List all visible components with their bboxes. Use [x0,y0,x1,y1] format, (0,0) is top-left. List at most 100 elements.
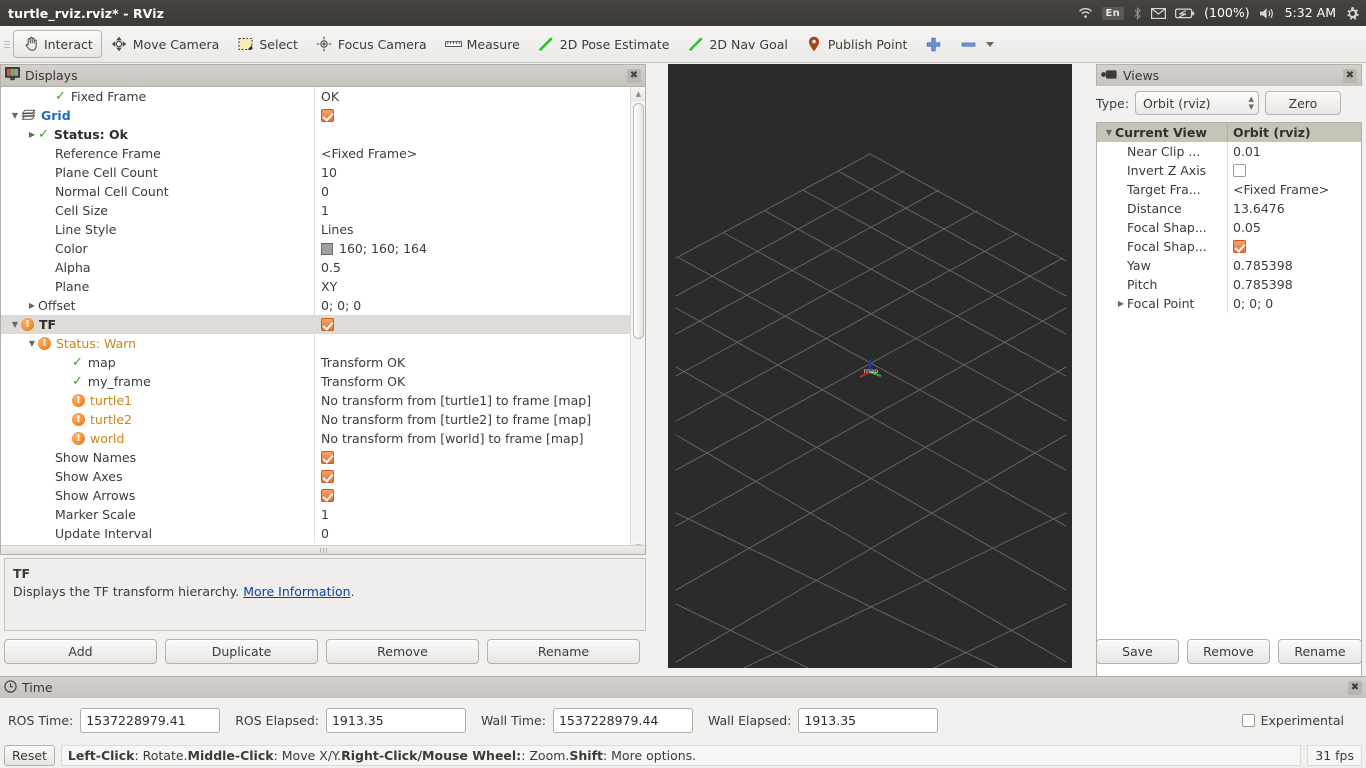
views-row-pitch[interactable]: Pitch 0.785398 [1097,275,1361,294]
tool-2d-pose-estimate[interactable]: 2D Pose Estimate [529,30,679,58]
render-viewport-3d[interactable]: map ◀ ▶ [668,64,1072,668]
view-type-combobox[interactable]: Orbit (rviz) ▲ ▼ [1134,91,1259,115]
viewport-left-collapse-arrow[interactable]: ◀ [668,363,669,389]
displays-row-value-cell[interactable] [314,448,631,467]
displays-row-status-warn[interactable]: ! Status: Warn [1,334,631,353]
displays-row-value-cell[interactable]: No transform from [turtle2] to frame [ma… [314,410,631,429]
close-icon[interactable]: ✖ [1348,680,1362,695]
remove-display-button[interactable]: Remove [326,639,479,664]
enable-checkbox[interactable] [321,318,334,331]
ros-time-input[interactable]: 1537228979.41 [80,707,221,733]
chevron-down-icon[interactable] [9,320,21,329]
views-row-focal-shap[interactable]: Focal Shap... 0.05 [1097,218,1361,237]
displays-row-reference-frame[interactable]: Reference Frame <Fixed Frame> [1,144,631,163]
views-tree-header[interactable]: Current View Orbit (rviz) [1097,123,1361,142]
displays-row-value-cell[interactable] [314,334,631,353]
zero-button[interactable]: Zero [1264,91,1341,115]
views-row-distance[interactable]: Distance 13.6476 [1097,199,1361,218]
displays-row-fixed-frame[interactable]: ✓ Fixed Frame OK [1,87,631,106]
ros-elapsed-input[interactable]: 1913.35 [325,707,466,733]
views-row-value-cell[interactable]: 0; 0; 0 [1227,294,1361,313]
displays-row-value-cell[interactable]: 0 [314,182,631,201]
views-checkbox[interactable] [1233,240,1246,253]
displays-row-tf[interactable]: ! TF [1,315,631,334]
displays-row-value-cell[interactable]: 10 [314,163,631,182]
views-row-near-clip[interactable]: Near Clip ... 0.01 [1097,142,1361,161]
close-icon[interactable]: ✖ [1343,68,1357,83]
enable-checkbox[interactable] [321,451,334,464]
displays-row-value-cell[interactable]: No transform from [turtle1] to frame [ma… [314,391,631,410]
views-row-value-cell[interactable]: 0.05 [1227,218,1361,237]
displays-row-value-cell[interactable]: 0; 0; 0 [314,296,631,315]
displays-row-value-cell[interactable]: <Fixed Frame> [314,144,631,163]
views-property-tree[interactable]: Current View Orbit (rviz) Near Clip ... 0… [1096,122,1362,692]
more-information-link[interactable]: More Information [243,584,350,599]
displays-row-value-cell[interactable]: 1 [314,505,631,524]
views-row-value-cell[interactable]: 0.01 [1227,142,1361,161]
add-tool-button[interactable] [916,30,951,58]
displays-row-normal-cell-count[interactable]: Normal Cell Count 0 [1,182,631,201]
views-row-value-cell[interactable]: 0.785398 [1227,256,1361,275]
wifi-icon[interactable] [1078,7,1093,19]
battery-icon[interactable] [1175,7,1195,19]
displays-row-update-interval[interactable]: Update Interval 0 [1,524,631,543]
displays-row-value-cell[interactable] [314,486,631,505]
views-row-focal-point[interactable]: Focal Point 0; 0; 0 [1097,294,1361,313]
displays-row-value-cell[interactable]: 0.5 [314,258,631,277]
displays-row-value-cell[interactable] [314,467,631,486]
reset-button[interactable]: Reset [4,744,55,766]
tool-interact[interactable]: Interact [13,30,102,58]
bluetooth-icon[interactable] [1133,6,1142,20]
color-swatch[interactable] [321,242,333,255]
displays-row-value-cell[interactable] [314,315,631,334]
tool-measure[interactable]: Measure [436,30,529,58]
close-icon[interactable]: ✖ [627,68,641,83]
rename-view-button[interactable]: Rename [1278,639,1362,664]
displays-row-value-cell[interactable]: Transform OK [314,372,631,391]
views-checkbox[interactable] [1233,164,1246,177]
volume-icon[interactable] [1259,7,1276,20]
displays-row-show-arrows[interactable]: Show Arrows [1,486,631,505]
remove-view-button[interactable]: Remove [1187,639,1270,664]
displays-row-cell-size[interactable]: Cell Size 1 [1,201,631,220]
tool-2d-nav-goal[interactable]: 2D Nav Goal [678,30,796,58]
tool-focus-camera[interactable]: Focus Camera [307,30,436,58]
save-view-button[interactable]: Save [1096,639,1179,664]
scroll-up-arrow-icon[interactable]: ▲ [631,87,645,101]
views-row-invert-z-axis[interactable]: Invert Z Axis [1097,161,1361,180]
duplicate-display-button[interactable]: Duplicate [165,639,318,664]
spinner-arrows-icon[interactable]: ▲ ▼ [1249,96,1254,111]
chevron-right-icon[interactable] [26,130,38,139]
displays-row-color[interactable]: Color 160; 160; 164 [1,239,631,258]
keyboard-layout-indicator[interactable]: En [1101,6,1125,20]
displays-row-value-cell[interactable]: OK [314,87,631,106]
displays-row-my-frame[interactable]: ✓ my_frame Transform OK [1,372,631,391]
tray-clock[interactable]: 5:32 AM [1285,6,1336,20]
displays-row-value-cell[interactable]: 0 [314,524,631,543]
displays-row-map[interactable]: ✓ map Transform OK [1,353,631,372]
mail-icon[interactable] [1151,7,1167,19]
displays-row-grid[interactable]: Grid [1,106,631,125]
wall-elapsed-input[interactable]: 1913.35 [798,707,939,733]
enable-checkbox[interactable] [321,470,334,483]
displays-scrollbar-thumb[interactable] [633,103,644,339]
views-row-yaw[interactable]: Yaw 0.785398 [1097,256,1361,275]
displays-row-value-cell[interactable]: Lines [314,220,631,239]
displays-row-value-cell[interactable] [314,125,631,144]
displays-row-value-cell[interactable]: 1 [314,201,631,220]
tool-move-camera[interactable]: Move Camera [102,30,229,58]
displays-row-plane-cell-count[interactable]: Plane Cell Count 10 [1,163,631,182]
tool-publish-point[interactable]: Publish Point [797,30,917,58]
tool-select[interactable]: Select [228,30,307,58]
displays-row-offset[interactable]: Offset 0; 0; 0 [1,296,631,315]
chevron-down-icon[interactable] [9,111,21,120]
displays-row-value-cell[interactable] [314,106,631,125]
rename-display-button[interactable]: Rename [487,639,640,664]
experimental-toggle[interactable]: Experimental [1241,713,1358,728]
views-row-focal-shap[interactable]: Focal Shap... [1097,237,1361,256]
chevron-down-icon[interactable] [1103,128,1115,137]
viewport-right-collapse-arrow[interactable]: ▶ [1071,363,1072,389]
displays-row-status-ok[interactable]: ✓ Status: Ok [1,125,631,144]
displays-row-alpha[interactable]: Alpha 0.5 [1,258,631,277]
gear-icon[interactable] [1345,6,1360,21]
